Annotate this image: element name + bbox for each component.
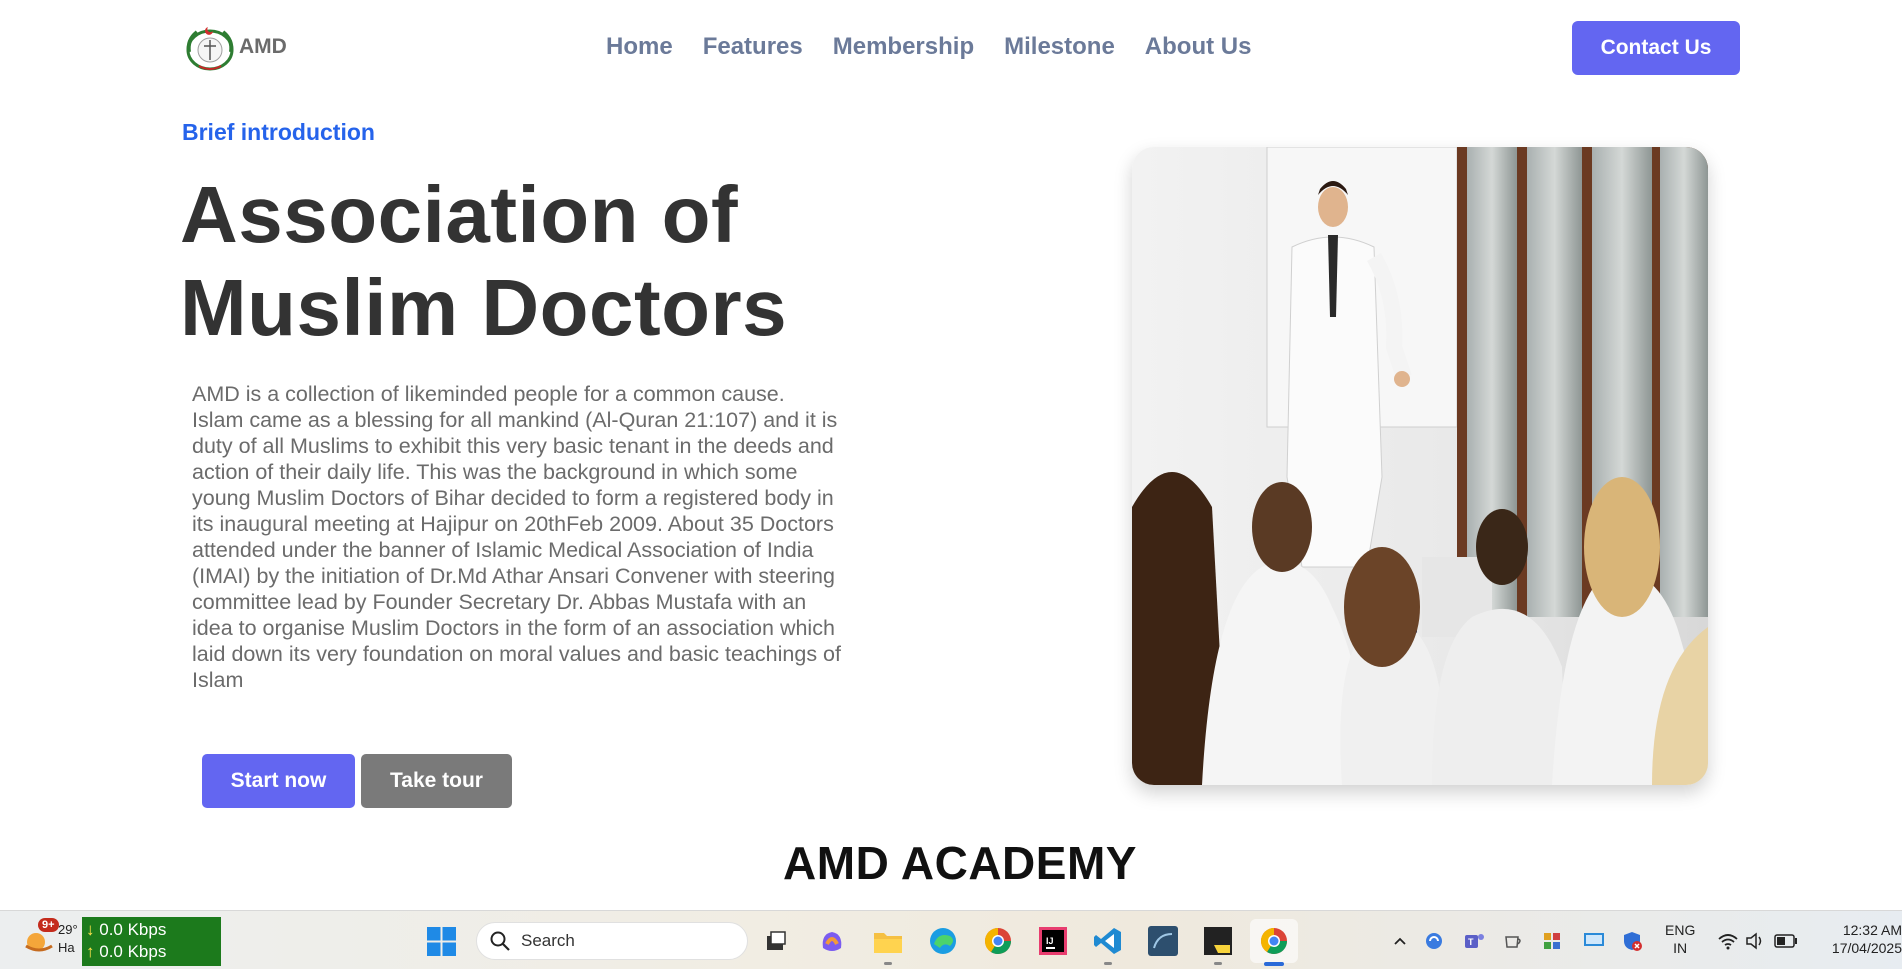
hero-title-line-1: Association of [180,170,739,259]
svg-text:T: T [1468,937,1474,947]
chrome-active-icon[interactable] [1256,923,1292,959]
task-view-icon[interactable] [758,923,794,959]
intellij-icon[interactable]: IJ [1035,923,1071,959]
onedrive-sync-icon[interactable] [1416,923,1452,959]
navbar: AMD Home Features Membership Milestone A… [0,0,1902,96]
weather-widget[interactable]: 9+ 29° Ha [22,918,80,957]
copilot-icon[interactable] [814,923,850,959]
edge-icon[interactable] [925,923,961,959]
running-indicator [1214,962,1222,965]
nav-membership[interactable]: Membership [833,33,974,61]
upload-arrow-icon: ↑ [86,942,95,961]
nav-milestone[interactable]: Milestone [1004,33,1115,61]
hero-image [1132,147,1708,785]
take-tour-button[interactable]: Take tour [361,754,512,808]
net-upload: ↑ 0.0 Kbps [86,941,217,963]
net-download-value: 0.0 Kbps [99,920,167,939]
language-indicator[interactable]: ENG IN [1665,921,1695,957]
hero-title-line-2: Muslim Doctors [180,263,788,352]
weather-icon: 9+ [22,918,59,956]
mysql-workbench-icon[interactable] [1145,923,1181,959]
contact-us-button[interactable]: Contact Us [1572,21,1740,75]
running-indicator [1104,962,1112,965]
hero-description: AMD is a collection of likeminded people… [192,382,841,692]
active-app-indicator [1264,962,1284,966]
nav-home[interactable]: Home [606,33,673,61]
network-speed-widget: ↓ 0.0 Kbps ↑ 0.0 Kbps [82,917,221,966]
app-tray-icon[interactable] [1534,923,1570,959]
coffee-cup-icon[interactable] [1496,923,1532,959]
language-code: ENG [1665,922,1696,938]
weather-text: 29° Ha [58,921,80,957]
nav-features[interactable]: Features [703,33,803,61]
security-shield-icon[interactable] [1614,923,1650,959]
tray-chevron-up-icon[interactable] [1382,923,1418,959]
notification-badge: 9+ [38,918,59,932]
nav-about-us[interactable]: About Us [1145,33,1252,61]
net-upload-value: 0.0 Kbps [99,942,167,961]
net-download: ↓ 0.0 Kbps [86,919,217,941]
logo[interactable]: AMD [179,22,287,72]
sticky-notes-icon[interactable] [1200,923,1236,965]
download-arrow-icon: ↓ [86,920,95,939]
windows-start-icon[interactable] [427,927,456,956]
teams-icon[interactable]: T [1456,923,1492,959]
system-clock[interactable]: 12:32 AM 17/04/2025 [1810,921,1902,957]
file-explorer-icon[interactable] [870,923,906,965]
search-placeholder: Search [521,931,575,950]
running-indicator [884,962,892,965]
svg-text:IJ: IJ [1046,936,1054,946]
lecture-photo-icon [1132,147,1708,785]
clock-date: 17/04/2025 [1831,940,1902,956]
vscode-icon[interactable] [1090,923,1126,965]
start-now-button[interactable]: Start now [202,754,355,808]
region-code: IN [1673,940,1688,956]
amd-emblem-icon [186,27,234,71]
weather-temp: 29° [58,922,78,937]
clock-time: 12:32 AM [1842,922,1902,938]
logo-text: AMD [239,35,287,58]
weather-desc: Ha [58,940,75,955]
taskbar-search[interactable]: Search [476,922,748,960]
section-title: AMD ACADEMY [783,837,1137,889]
hero-title: Association of Muslim Doctors [180,168,880,354]
search-icon [490,931,510,951]
taskbar: 9+ 29° Ha ↓ 0.0 Kbps ↑ 0.0 Kbps Search I… [0,910,1902,969]
hero-eyebrow: Brief introduction [182,119,375,145]
chrome-icon[interactable] [980,923,1016,959]
battery-icon[interactable] [1768,923,1804,959]
remote-desktop-icon[interactable] [1576,923,1612,959]
nav-links: Home Features Membership Milestone About… [606,33,1281,61]
